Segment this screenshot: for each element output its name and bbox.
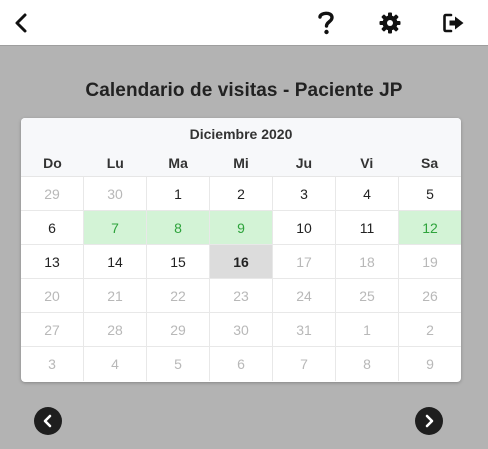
logout-icon <box>443 13 464 33</box>
calendar-day-visit[interactable]: 7 <box>84 211 147 244</box>
calendar-day-other-month[interactable]: 8 <box>336 347 399 381</box>
weekday-label: Vi <box>360 155 374 171</box>
calendar-day-other-month[interactable]: 30 <box>84 177 147 210</box>
calendar-day-other-month[interactable]: 6 <box>210 347 273 381</box>
calendar-day[interactable]: 3 <box>273 177 336 210</box>
calendar-day-other-month[interactable]: 3 <box>21 347 84 381</box>
calendar-day[interactable]: 13 <box>21 245 84 278</box>
help-button[interactable] <box>313 0 339 46</box>
calendar-day-other-month[interactable]: 2 <box>399 313 461 346</box>
calendar-day[interactable]: 15 <box>147 245 210 278</box>
calendar-day[interactable]: 5 <box>399 177 461 210</box>
weekday-label: Sa <box>421 155 439 171</box>
calendar-week-row: 13 14 15 16 17 18 19 <box>21 245 461 279</box>
top-bar <box>0 0 488 46</box>
calendar-day[interactable]: 6 <box>21 211 84 244</box>
calendar-day-other-month[interactable]: 21 <box>84 279 147 312</box>
calendar-day-other-month[interactable]: 1 <box>336 313 399 346</box>
question-icon <box>318 11 334 35</box>
weekday-label: Mi <box>233 155 249 171</box>
calendar-week-row: 3456789 <box>21 347 461 381</box>
calendar-day[interactable]: 2 <box>210 177 273 210</box>
next-month-button[interactable] <box>415 407 443 435</box>
calendar-week-row: 27 28 29 30 31 1 2 <box>21 313 461 347</box>
calendar-day-other-month[interactable]: 26 <box>399 279 461 312</box>
calendar-day-other-month[interactable]: 17 <box>273 245 336 278</box>
calendar-day[interactable]: 14 <box>84 245 147 278</box>
calendar-day-other-month[interactable]: 23 <box>210 279 273 312</box>
calendar-day-visit[interactable]: 12 <box>399 211 461 244</box>
settings-button[interactable] <box>377 0 403 46</box>
calendar-day-other-month[interactable]: 27 <box>21 313 84 346</box>
calendar-week-row: 29 30 1 2 3 4 5 <box>21 177 461 211</box>
calendar-day[interactable]: 1 <box>147 177 210 210</box>
weekday-label: Do <box>43 155 62 171</box>
weekday-label: Ju <box>295 155 313 171</box>
calendar-day-other-month[interactable]: 29 <box>147 313 210 346</box>
calendar-month-label: Diciembre 2020 <box>21 118 461 150</box>
calendar-day-other-month[interactable]: 5 <box>147 347 210 381</box>
calendar-day[interactable]: 4 <box>336 177 399 210</box>
calendar-day-other-month[interactable]: 29 <box>21 177 84 210</box>
calendar-day-other-month[interactable]: 18 <box>336 245 399 278</box>
calendar-day-other-month[interactable]: 7 <box>273 347 336 381</box>
previous-month-button[interactable] <box>34 407 62 435</box>
page-title: Calendario de visitas - Paciente JP <box>85 80 403 101</box>
calendar-day-visit[interactable]: 9 <box>210 211 273 244</box>
calendar-day-other-month[interactable]: 28 <box>84 313 147 346</box>
calendar-day-other-month[interactable]: 9 <box>399 347 461 381</box>
calendar-day-other-month[interactable]: 30 <box>210 313 273 346</box>
chevron-left-icon <box>15 13 27 33</box>
calendar-day-other-month[interactable]: 31 <box>273 313 336 346</box>
calendar-day-other-month[interactable]: 4 <box>84 347 147 381</box>
calendar-day-visit[interactable]: 8 <box>147 211 210 244</box>
visit-calendar: Diciembre 2020 Do Lu Ma Mi Ju Vi Sa 29 30… <box>21 118 461 382</box>
calendar-day[interactable]: 10 <box>273 211 336 244</box>
circle-chevron-right-icon <box>425 414 434 428</box>
calendar-day-other-month[interactable]: 22 <box>147 279 210 312</box>
circle-chevron-left-icon <box>43 414 52 428</box>
logout-button[interactable] <box>441 0 467 46</box>
gear-icon <box>379 12 401 34</box>
weekday-label: Lu <box>106 155 124 171</box>
calendar-day-today[interactable]: 16 <box>210 245 273 278</box>
calendar-day-other-month[interactable]: 25 <box>336 279 399 312</box>
calendar-day[interactable]: 11 <box>336 211 399 244</box>
calendar-week-row: 20 21 22 23 24 25 26 <box>21 279 461 313</box>
weekday-header-row: Do Lu Ma Mi Ju Vi Sa <box>21 150 461 177</box>
calendar-week-row: 6 7 8 9 10 11 12 <box>21 211 461 245</box>
calendar-day-other-month[interactable]: 24 <box>273 279 336 312</box>
weekday-label: Ma <box>168 155 188 171</box>
calendar-day-grid: 29 30 1 2 3 4 5 6 7 8 9 10 11 12 13 14 15 16 17 18 19 20 21 22 2… <box>21 177 461 381</box>
calendar-day-other-month[interactable]: 20 <box>21 279 84 312</box>
calendar-day-other-month[interactable]: 19 <box>399 245 461 278</box>
back-button[interactable] <box>8 0 34 46</box>
